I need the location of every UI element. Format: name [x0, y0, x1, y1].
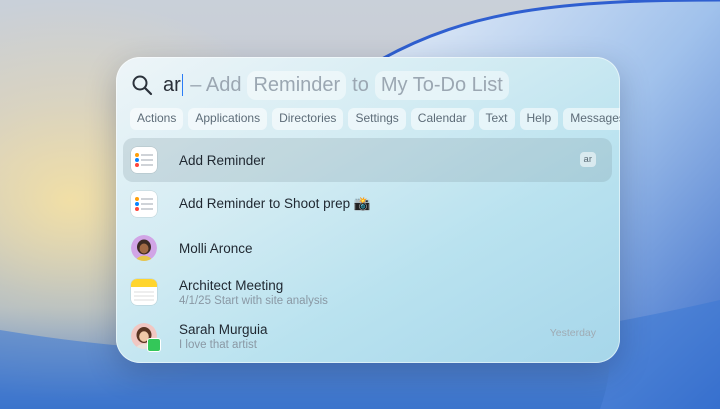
search-query[interactable]: ar: [163, 74, 181, 97]
spotlight-panel: ar – Add Reminder to My To-Do List Actio…: [116, 57, 620, 363]
suggestion-joiner: to: [352, 73, 369, 96]
chip-settings[interactable]: Settings: [348, 108, 406, 130]
chip-messages[interactable]: Messages: [563, 108, 620, 130]
chip-actions[interactable]: Actions: [130, 108, 184, 130]
text-caret: [181, 74, 184, 96]
suggestion-prefix: – Add: [190, 73, 242, 96]
shortcut-badge: ar: [579, 152, 596, 167]
result-title: Architect Meeting: [179, 277, 284, 293]
result-add-reminder[interactable]: Add Reminder ar: [123, 138, 612, 182]
result-subtitle: I love that artist: [179, 338, 257, 351]
result-title: Add Reminder to Shoot prep 📸: [179, 196, 371, 211]
messages-badge-icon: [147, 338, 161, 352]
result-timestamp: Yesterday: [549, 327, 596, 339]
search-icon: [130, 73, 154, 97]
category-chips: Actions Applications Directories Setting…: [130, 108, 620, 130]
notes-icon: [131, 279, 157, 305]
chip-text[interactable]: Text: [478, 108, 515, 130]
search-bar[interactable]: ar – Add Reminder to My To-Do List: [130, 63, 606, 107]
results-list: Add Reminder ar Add Reminder to Shoot pr…: [123, 138, 612, 358]
result-message-sarah-murguia[interactable]: Sarah Murguia I love that artist Yesterd…: [123, 314, 612, 358]
result-note-architect-meeting[interactable]: Architect Meeting 4/1/25 Start with site…: [123, 270, 612, 314]
result-title: Add Reminder: [179, 152, 266, 168]
contact-avatar-icon: [131, 235, 157, 261]
chip-calendar[interactable]: Calendar: [410, 108, 474, 130]
chip-applications[interactable]: Applications: [188, 108, 268, 130]
result-title: Sarah Murguia: [179, 321, 268, 337]
contact-avatar-icon: [131, 323, 161, 352]
chip-help[interactable]: Help: [519, 108, 559, 130]
chip-directories[interactable]: Directories: [272, 108, 344, 130]
reminders-icon: [131, 147, 157, 173]
suggestion-token-reminder[interactable]: Reminder: [247, 70, 347, 100]
suggestion-token-list[interactable]: My To-Do List: [374, 70, 509, 100]
result-add-reminder-shoot-prep[interactable]: Add Reminder to Shoot prep 📸: [123, 182, 612, 226]
result-contact-molli-aronce[interactable]: Molli Aronce: [123, 226, 612, 270]
result-subtitle: 4/1/25 Start with site analysis: [179, 294, 328, 307]
reminders-icon: [131, 191, 157, 217]
result-title: Molli Aronce: [179, 240, 253, 256]
